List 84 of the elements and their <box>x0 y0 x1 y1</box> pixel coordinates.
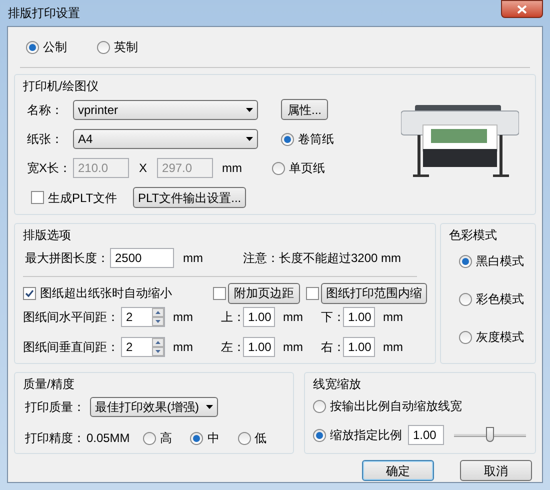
dialog-button[interactable]: 取消 <box>460 460 532 481</box>
group-title: 排版选项 <box>23 227 72 244</box>
dropdown[interactable]: vprinter <box>73 100 258 120</box>
unit-label: mm <box>183 250 204 267</box>
spin-arrows-icon <box>152 338 164 356</box>
unit-label: mm <box>173 309 193 326</box>
radio-button[interactable] <box>459 292 472 306</box>
radio-label: 中 <box>207 430 220 447</box>
caret-icon <box>206 405 213 409</box>
caret-icon <box>246 108 253 112</box>
radio-button[interactable] <box>459 330 472 344</box>
unit-label: mm <box>222 160 244 177</box>
spin-field[interactable]: 2 <box>121 307 165 327</box>
unit-label: mm <box>383 309 403 326</box>
radio-button[interactable] <box>190 432 204 444</box>
input-field[interactable]: 1.00 <box>408 425 444 445</box>
dialog-button[interactable]: 附加页边距 <box>228 282 300 304</box>
radio-label: 英制 <box>114 39 138 56</box>
field-label: 打印精度： <box>25 430 86 447</box>
group-title: 打印机/绘图仪 <box>23 78 100 95</box>
close-icon <box>517 4 527 14</box>
field-label: 上： <box>220 309 243 326</box>
slider-thumb[interactable] <box>486 426 494 442</box>
radio-label: 单页纸 <box>289 160 326 177</box>
checkbox-label: 生成PLT文件 <box>48 190 118 206</box>
field-label: 右： <box>320 339 343 356</box>
radio-label: 卷筒纸 <box>298 131 334 148</box>
field-label: 纸张： <box>26 131 64 148</box>
dialog-button[interactable]: 属性... <box>281 99 328 120</box>
group-title: 线宽缩放 <box>313 376 362 393</box>
unit-label: mm <box>383 339 403 356</box>
radio-button[interactable] <box>143 432 156 444</box>
radio-label: 按输出比例自动缩放线宽 <box>330 398 462 415</box>
input-field[interactable]: 1.00 <box>243 337 275 357</box>
unit-label: mm <box>283 309 303 326</box>
input-field[interactable]: 1.00 <box>243 307 275 327</box>
radio-button[interactable] <box>313 400 326 412</box>
dialog-button[interactable]: 确定 <box>362 460 434 481</box>
input-field[interactable]: 2500 <box>110 248 174 268</box>
group-title: 质量/精度 <box>23 376 76 393</box>
radio-button[interactable] <box>238 432 251 444</box>
field-label: 名称： <box>26 102 64 118</box>
input-field[interactable]: 1.00 <box>343 337 375 357</box>
dialog-button[interactable]: PLT文件输出设置... <box>133 187 246 208</box>
radio-label: 公制 <box>43 39 67 56</box>
radio-label: 黑白模式 <box>476 253 524 270</box>
radio-button[interactable] <box>272 162 286 174</box>
radio-label: 彩色模式 <box>476 291 524 308</box>
radio-label: 高 <box>160 430 172 447</box>
field-label: 宽X长： <box>26 160 72 177</box>
field-label: 图纸间垂直间距： <box>23 339 120 356</box>
window-title: 排版打印设置 <box>7 5 80 22</box>
times-label: X <box>139 160 148 177</box>
unit-label: mm <box>283 339 303 356</box>
field-label: 图纸间水平间距： <box>23 309 120 326</box>
radio-button[interactable] <box>281 132 294 146</box>
checkbox[interactable] <box>213 286 226 300</box>
radio-label: 低 <box>254 430 267 447</box>
checkbox[interactable] <box>31 191 44 204</box>
close-button[interactable] <box>501 0 543 18</box>
radio-button[interactable] <box>459 254 472 268</box>
group-title: 色彩模式 <box>449 227 498 244</box>
field-label: 下： <box>320 309 343 326</box>
field-label: 左： <box>220 339 243 356</box>
checkbox-label: 图纸超出纸张时自动缩小 <box>40 285 172 302</box>
checkbox[interactable] <box>306 286 319 300</box>
dropdown[interactable]: 最佳打印效果(增强) <box>90 397 218 417</box>
precision-value: 0.05MM <box>86 430 131 447</box>
field-label: 最大拼图长度： <box>25 250 110 267</box>
input-field[interactable]: 1.00 <box>343 307 375 327</box>
field-label: 打印质量： <box>25 399 86 416</box>
radio-button[interactable] <box>97 40 110 54</box>
spin-field[interactable]: 2 <box>121 337 165 357</box>
checkbox[interactable] <box>23 286 36 300</box>
caret-icon <box>246 137 253 141</box>
note-text: 注意：长度不能超过3200 mm <box>243 250 402 267</box>
radio-label: 灰度模式 <box>476 329 524 346</box>
radio-button[interactable] <box>26 40 39 54</box>
radio-button[interactable] <box>313 428 326 442</box>
dropdown[interactable]: A4 <box>73 129 258 149</box>
spin-arrows-icon <box>152 308 164 326</box>
radio-label: 缩放指定比例 <box>330 427 402 444</box>
unit-label: mm <box>173 339 193 356</box>
dialog-button[interactable]: 图纸打印范围内缩 <box>321 282 427 304</box>
